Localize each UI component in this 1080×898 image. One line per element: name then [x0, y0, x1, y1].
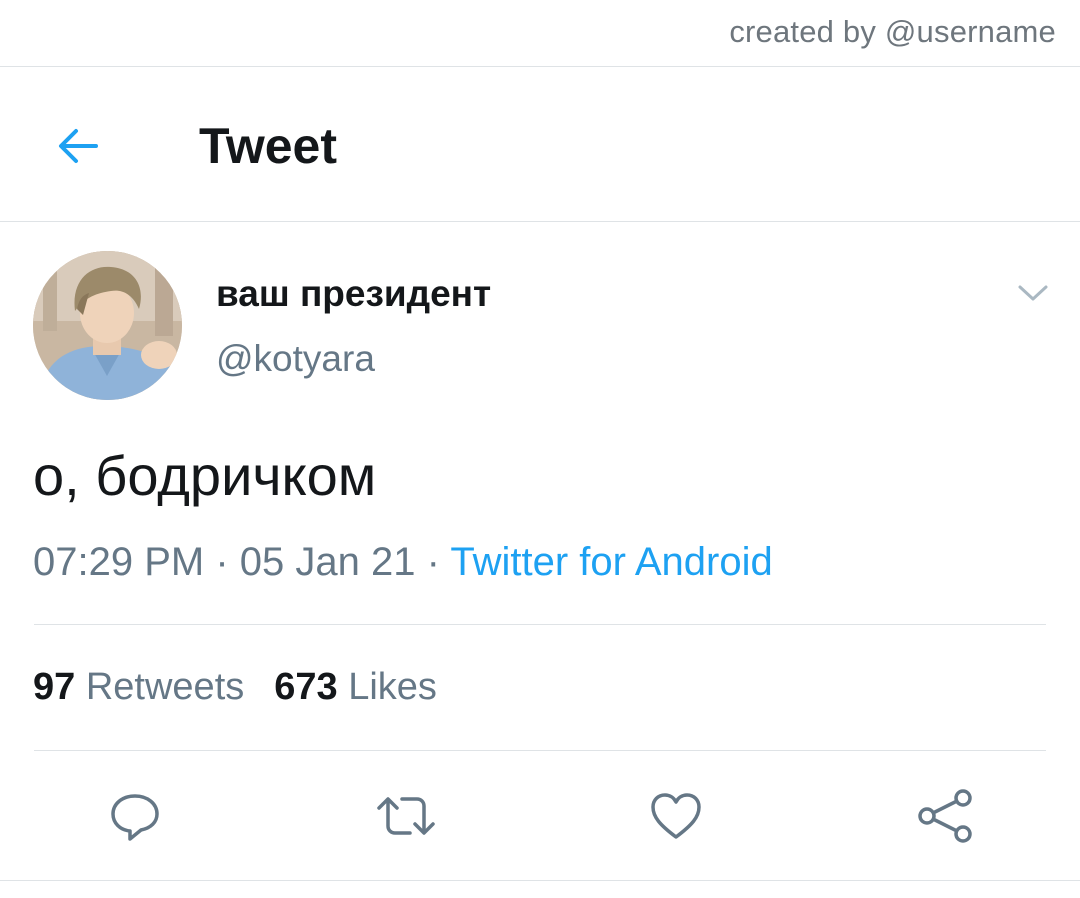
share-button[interactable] [913, 784, 977, 848]
reply-button[interactable] [103, 784, 167, 848]
chevron-down-icon [1018, 285, 1048, 301]
like-icon [651, 793, 701, 839]
retweets-label: Retweets [85, 666, 245, 708]
meta-separator: · [215, 540, 229, 584]
avatar-photo [33, 251, 182, 400]
divider [0, 221, 1080, 222]
tweet-stats: 97 Retweets 673 Likes [33, 666, 437, 709]
likes-stat[interactable]: 673 Likes [274, 666, 437, 708]
tweet-meta: 07:29 PM · 05 Jan 21 · Twitter for Andro… [33, 540, 773, 585]
divider [34, 624, 1046, 625]
likes-count: 673 [274, 666, 338, 708]
arrow-left-icon [59, 129, 98, 163]
author-display-name[interactable]: ваш президент [216, 273, 491, 315]
reply-icon [111, 794, 159, 841]
tweet-source-link[interactable]: Twitter for Android [450, 540, 772, 584]
tweet-date: 05 Jan 21 [239, 540, 416, 584]
watermark-text: created by @username [729, 14, 1056, 49]
author-handle[interactable]: @kotyara [216, 338, 375, 380]
likes-label: Likes [348, 666, 437, 708]
retweets-stat[interactable]: 97 Retweets [33, 666, 244, 708]
tweet-time: 07:29 PM [33, 540, 205, 584]
divider [0, 66, 1080, 67]
share-icon [918, 789, 972, 843]
back-button[interactable] [50, 118, 106, 174]
meta-separator: · [426, 540, 440, 584]
retweets-count: 97 [33, 666, 76, 708]
tweet-options-button[interactable] [1010, 276, 1056, 310]
tweet-text: о, бодричком [33, 444, 377, 507]
page-title: Tweet [199, 118, 337, 174]
retweet-icon [377, 797, 435, 835]
like-button[interactable] [644, 784, 708, 848]
divider [34, 750, 1046, 751]
avatar[interactable] [33, 251, 182, 400]
retweet-button[interactable] [374, 784, 438, 848]
divider [0, 880, 1080, 881]
